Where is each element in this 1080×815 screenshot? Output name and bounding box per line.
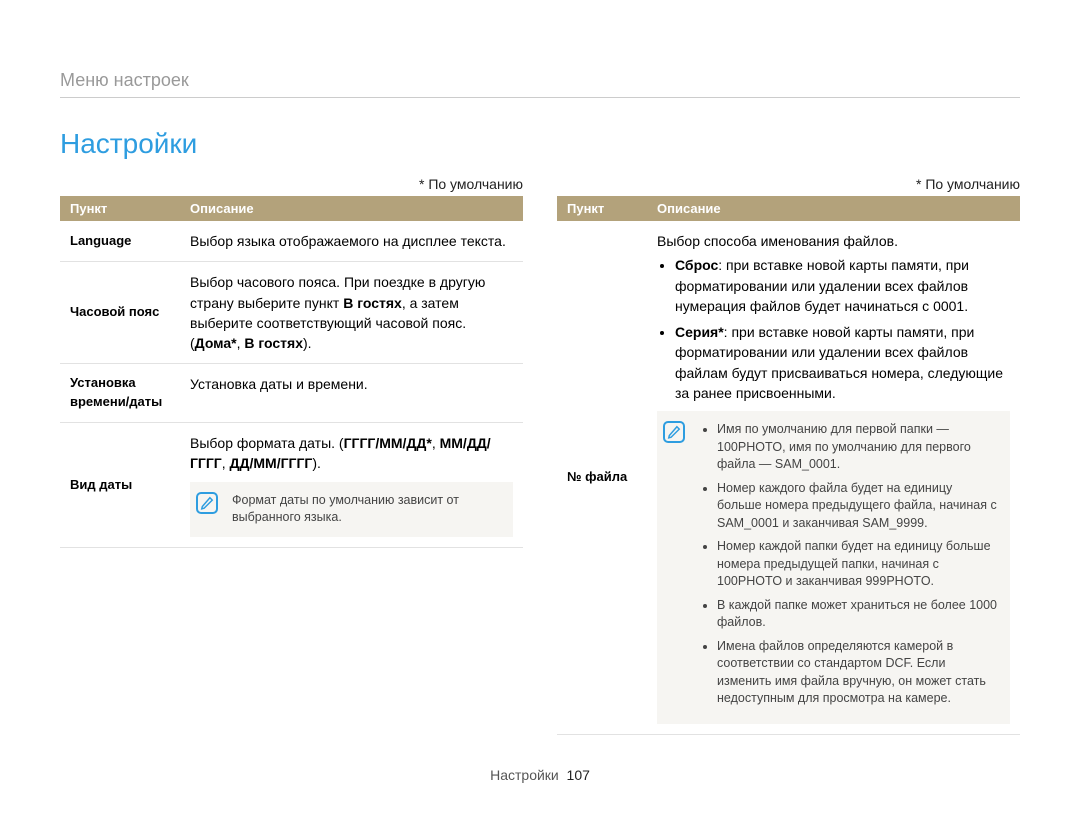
desc-cell: Выбор часового пояса. При поездке в друг… — [180, 262, 523, 364]
list-item: Серия*: при вставке новой карты памяти, … — [675, 322, 1010, 403]
table-row: Установка времени/даты Установка даты и … — [60, 364, 523, 423]
note-icon — [196, 492, 218, 514]
table-row: № файла Выбор способа именования файлов.… — [557, 221, 1020, 734]
page-title: Настройки — [60, 128, 1020, 160]
item-cell: № файла — [557, 221, 647, 734]
content-columns: * По умолчанию Пункт Описание Language В… — [60, 176, 1020, 735]
desc-cell: Выбор языка отображаемого на дисплее тек… — [180, 221, 523, 262]
note-box: Формат даты по умолчанию зависит от выбр… — [190, 482, 513, 537]
desc-cell: Установка даты и времени. — [180, 364, 523, 423]
footer-section: Настройки — [490, 767, 559, 783]
option-label: Серия* — [675, 324, 724, 340]
text-bold: ГГГГ/ММ/ДД* — [344, 435, 432, 451]
text: , — [432, 435, 440, 451]
item-cell: Language — [60, 221, 180, 262]
desc-cell: Выбор формата даты. (ГГГГ/ММ/ДД*, ММ/ДД/… — [180, 423, 523, 548]
breadcrumb: Меню настроек — [60, 70, 1020, 98]
header-desc: Описание — [647, 196, 1020, 221]
settings-table-left: Пункт Описание Language Выбор языка отоб… — [60, 196, 523, 548]
list-item: Сброс: при вставке новой карты памяти, п… — [675, 255, 1010, 316]
table-row: Часовой пояс Выбор часового пояса. При п… — [60, 262, 523, 364]
item-cell: Установка времени/даты — [60, 364, 180, 423]
footer-page-number: 107 — [567, 767, 590, 783]
text: ). — [312, 455, 321, 471]
header-item: Пункт — [557, 196, 647, 221]
text: Выбор формата даты. ( — [190, 435, 344, 451]
text: , — [222, 455, 230, 471]
option-text: : при вставке новой карты памяти, при фо… — [675, 257, 969, 314]
note-list: Имя по умолчанию для первой папки — 100P… — [699, 421, 1000, 714]
item-cell: Часовой пояс — [60, 262, 180, 364]
table-header-row: Пункт Описание — [60, 196, 523, 221]
option-label: Сброс — [675, 257, 718, 273]
page-footer: Настройки 107 — [0, 767, 1080, 783]
options-list: Сброс: при вставке новой карты памяти, п… — [657, 255, 1010, 403]
text: ). — [303, 335, 312, 351]
item-cell: Вид даты — [60, 423, 180, 548]
intro-text: Выбор способа именования файлов. — [657, 231, 1010, 251]
table-row: Language Выбор языка отображаемого на ди… — [60, 221, 523, 262]
text-bold: В гостях — [343, 295, 402, 311]
right-column: * По умолчанию Пункт Описание № файла Вы… — [557, 176, 1020, 735]
header-item: Пункт — [60, 196, 180, 221]
table-row: Вид даты Выбор формата даты. (ГГГГ/ММ/ДД… — [60, 423, 523, 548]
list-item: В каждой папке может храниться не более … — [717, 597, 1000, 632]
page: Меню настроек Настройки * По умолчанию П… — [0, 0, 1080, 815]
note-text: Формат даты по умолчанию зависит от выбр… — [232, 492, 503, 527]
note-icon — [663, 421, 685, 443]
left-column: * По умолчанию Пункт Описание Language В… — [60, 176, 523, 735]
text-bold: В гостях — [244, 335, 303, 351]
text-bold: ДД/ММ/ГГГГ — [230, 455, 313, 471]
header-desc: Описание — [180, 196, 523, 221]
list-item: Номер каждой папки будет на единицу боль… — [717, 538, 1000, 591]
table-header-row: Пункт Описание — [557, 196, 1020, 221]
list-item: Имена файлов определяются камерой в соот… — [717, 638, 1000, 708]
list-item: Номер каждого файла будет на единицу бол… — [717, 480, 1000, 533]
settings-table-right: Пункт Описание № файла Выбор способа име… — [557, 196, 1020, 735]
list-item: Имя по умолчанию для первой папки — 100P… — [717, 421, 1000, 474]
text-bold: Дома* — [195, 335, 237, 351]
desc-cell: Выбор способа именования файлов. Сброс: … — [647, 221, 1020, 734]
default-note-left: * По умолчанию — [60, 176, 523, 192]
option-text: : при вставке новой карты памяти, при фо… — [675, 324, 1003, 401]
note-box: Имя по умолчанию для первой папки — 100P… — [657, 411, 1010, 724]
default-note-right: * По умолчанию — [557, 176, 1020, 192]
